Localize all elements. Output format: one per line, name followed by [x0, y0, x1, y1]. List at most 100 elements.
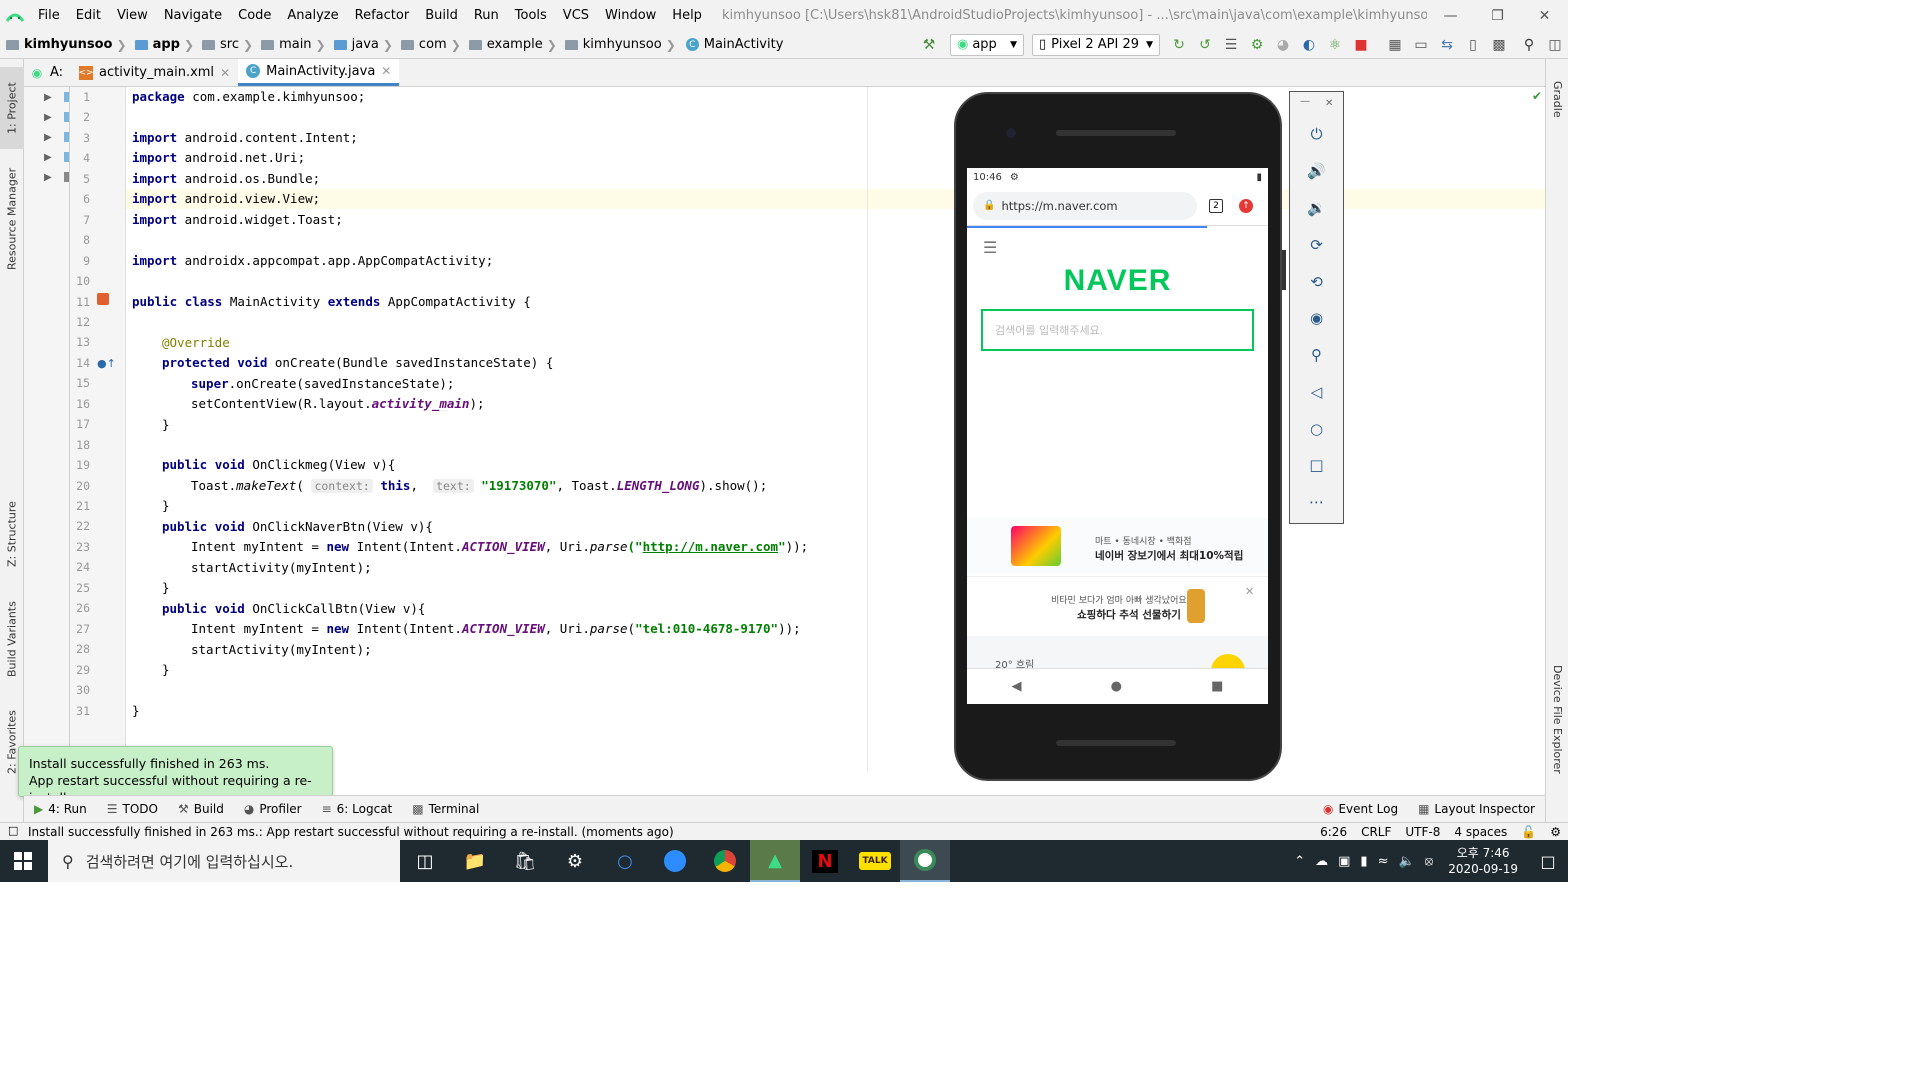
file-explorer-icon[interactable]: 📁: [450, 840, 500, 882]
tab-mainactivity-java[interactable]: C MainActivity.java ✕: [238, 59, 400, 86]
edge-icon[interactable]: ○: [600, 840, 650, 882]
restore-icon[interactable]: ❐: [1474, 0, 1521, 31]
breadcrumb-src[interactable]: src ❯: [196, 37, 255, 52]
menu-build[interactable]: Build: [417, 8, 466, 23]
menu-vcs[interactable]: VCS: [555, 8, 597, 23]
emulator-icon[interactable]: [900, 840, 950, 882]
profile-icon[interactable]: ◕: [1270, 33, 1296, 57]
gift-ad-banner[interactable]: 비타민 보다가 엄마 아빠 생각났어요 쇼핑하다 추석 선물하기 ✕: [967, 576, 1268, 636]
chrome-icon[interactable]: [700, 840, 750, 882]
breadcrumb-example[interactable]: example ❯: [463, 37, 559, 52]
close-ad-icon[interactable]: ✕: [1245, 585, 1254, 598]
run-config-select[interactable]: ◉ app ▼: [950, 33, 1024, 56]
minimize-icon[interactable]: —: [1427, 0, 1474, 31]
attach-debugger-icon[interactable]: ⚛: [1322, 33, 1348, 57]
chevron-up-icon[interactable]: ⌃: [1289, 854, 1310, 869]
menu-help[interactable]: Help: [664, 8, 710, 23]
menu-tools[interactable]: Tools: [507, 8, 555, 23]
project-tree-row[interactable]: ▶: [24, 107, 69, 127]
emulator-minimize-icon[interactable]: —: [1300, 96, 1310, 107]
hammer-icon[interactable]: ⚒: [916, 33, 942, 57]
home-icon[interactable]: ○: [1290, 417, 1343, 441]
volume-down-icon[interactable]: 🔉: [1290, 196, 1343, 220]
apply-changes-icon[interactable]: ↻: [1166, 33, 1192, 57]
settings-icon[interactable]: ⚙: [550, 840, 600, 882]
tool-tab-event-log[interactable]: ◉ Event Log: [1313, 802, 1408, 816]
battery-icon[interactable]: ▮: [1355, 854, 1372, 869]
zoom-icon[interactable]: [650, 840, 700, 882]
wifi-icon[interactable]: ≈: [1373, 854, 1394, 869]
menu-view[interactable]: View: [109, 8, 156, 23]
tool-tab-build[interactable]: ⚒ Build: [168, 802, 234, 816]
close-tab-icon[interactable]: ✕: [381, 64, 391, 78]
zoom-icon[interactable]: ⚲: [1290, 343, 1343, 367]
shopping-ad-banner[interactable]: 마트 • 동네시장 • 백화점 네이버 장보기에서 최대10%적립: [967, 518, 1268, 574]
breadcrumb-app[interactable]: app ❯: [129, 37, 196, 52]
settings-icon[interactable]: ◫: [1542, 33, 1568, 57]
menu-analyze[interactable]: Analyze: [279, 8, 346, 23]
meet-now-icon[interactable]: ▣: [1333, 854, 1355, 869]
notification-balloon[interactable]: Install successfully finished in 263 ms.…: [18, 746, 333, 805]
tool-tab-profiler[interactable]: ◕ Profiler: [234, 802, 312, 816]
project-tree-row[interactable]: ▶: [24, 127, 69, 147]
taskbar-search-box[interactable]: ⚲ 검색하려면 여기에 입력하십시오.: [48, 840, 400, 882]
apply-code-changes-icon[interactable]: ↺: [1192, 33, 1218, 57]
project-tree-row[interactable]: ▶: [24, 167, 69, 187]
menu-window[interactable]: Window: [597, 8, 664, 23]
project-tree-row[interactable]: ▶: [24, 147, 69, 167]
close-window-icon[interactable]: ✕: [1521, 0, 1568, 31]
debug-icon[interactable]: ⚙: [1244, 33, 1270, 57]
volume-up-icon[interactable]: 🔊: [1290, 159, 1343, 183]
onedrive-icon[interactable]: ☁: [1310, 854, 1333, 869]
stop-icon[interactable]: ■: [1348, 33, 1374, 57]
tab-activity-main-xml[interactable]: <> activity_main.xml ✕: [71, 59, 238, 86]
power-icon[interactable]: ⏻: [1290, 122, 1343, 146]
tool-tab-layout-inspector[interactable]: ▦ Layout Inspector: [1408, 802, 1545, 816]
tool-tab-project[interactable]: 1: Project: [0, 67, 24, 149]
menu-navigate[interactable]: Navigate: [156, 8, 230, 23]
tool-tab-logcat[interactable]: ≡ 6: Logcat: [312, 802, 403, 816]
kakaotalk-icon[interactable]: TALK: [850, 840, 900, 882]
avd-manager-icon[interactable]: ▭: [1408, 33, 1434, 57]
back-icon[interactable]: ◀: [1012, 679, 1022, 694]
sync-gradle-icon[interactable]: ⇆: [1434, 33, 1460, 57]
tool-tab-build-variants[interactable]: Build Variants: [0, 591, 24, 687]
sdk-manager-icon[interactable]: ▩: [1486, 33, 1512, 57]
breadcrumb-java[interactable]: java ❯: [328, 37, 395, 52]
tool-tab-run[interactable]: ▶ 4: Run: [24, 802, 97, 816]
tab-switcher-button[interactable]: 2: [1209, 198, 1223, 213]
layout-link-icon[interactable]: [97, 293, 109, 305]
lock-icon[interactable]: 🔓: [1514, 825, 1543, 839]
file-encoding[interactable]: UTF-8: [1398, 825, 1447, 839]
caret-position[interactable]: 6:26: [1313, 825, 1354, 839]
taskbar-clock[interactable]: 오후 7:46 2020-09-19: [1438, 845, 1528, 877]
breadcrumb-kimhyunsoo[interactable]: kimhyunsoo ❯: [559, 37, 678, 52]
emulator-screen[interactable]: 10:46 ⚙ ▮ 🔒 https://m.naver.com 2 ↑ ☰ NA…: [967, 168, 1268, 704]
more-options-icon[interactable]: ⋯: [1290, 490, 1343, 514]
menu-file[interactable]: File: [30, 8, 68, 23]
overview-icon[interactable]: □: [1290, 453, 1343, 477]
naver-search-input[interactable]: 검색어를 입력해주세요.: [981, 309, 1254, 351]
ime-icon[interactable]: ⦻: [1420, 854, 1439, 869]
android-studio-icon[interactable]: ▲: [750, 840, 800, 882]
breadcrumb-main[interactable]: main ❯: [255, 37, 328, 52]
project-tree-row[interactable]: ▶: [24, 87, 69, 107]
store-icon[interactable]: 🛍: [500, 840, 550, 882]
search-icon[interactable]: ⚲: [1516, 33, 1542, 57]
rotate-left-icon[interactable]: ⟳: [1290, 233, 1343, 257]
windows-start-icon[interactable]: [14, 852, 32, 870]
tab-manifest[interactable]: ◉ A:: [24, 59, 71, 86]
breadcrumb-mainactivity[interactable]: C MainActivity: [678, 37, 786, 52]
volume-icon[interactable]: 🔈: [1393, 854, 1419, 869]
menu-edit[interactable]: Edit: [68, 8, 109, 23]
breadcrumb-project[interactable]: kimhyunsoo ❯: [0, 37, 129, 52]
task-view-icon[interactable]: ◫: [400, 840, 450, 882]
tool-tab-resource-manager[interactable]: Resource Manager: [0, 159, 24, 279]
netflix-icon[interactable]: N: [800, 840, 850, 882]
emulator-close-icon[interactable]: ✕: [1325, 98, 1333, 109]
tool-tab-todo[interactable]: ☰ TODO: [97, 802, 168, 816]
rotate-right-icon[interactable]: ⟲: [1290, 270, 1343, 294]
url-bar[interactable]: 🔒 https://m.naver.com: [973, 191, 1197, 220]
recents-icon[interactable]: ■: [1211, 679, 1223, 694]
device-select[interactable]: ▯ Pixel 2 API 29 ▼: [1032, 33, 1160, 56]
